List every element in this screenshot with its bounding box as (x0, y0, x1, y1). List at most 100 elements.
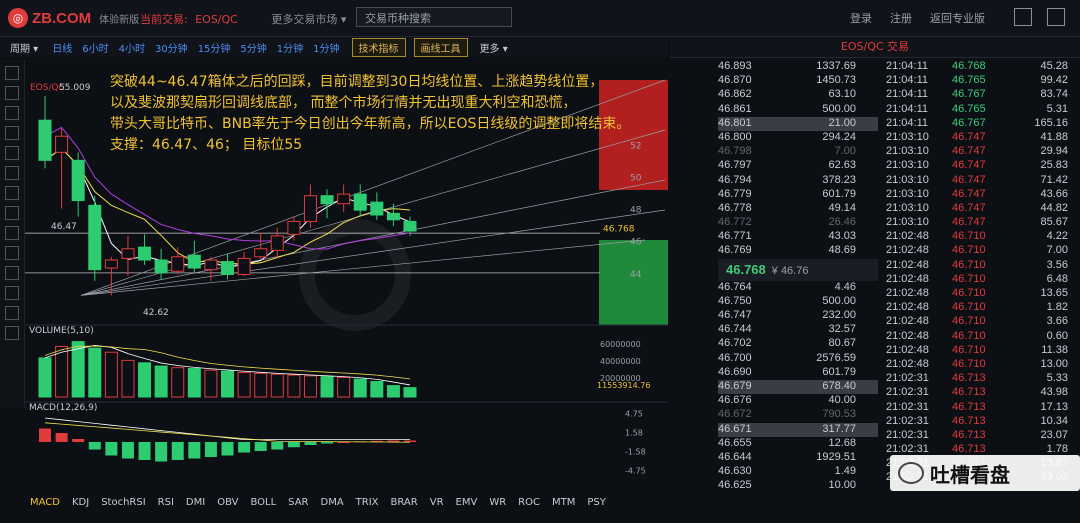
orderbook-row[interactable]: 46.769 48.69 (718, 244, 878, 258)
orderbook-row[interactable]: 46.625 10.00 (718, 479, 878, 493)
trade-time: 21:02:48 (886, 230, 929, 243)
login-link[interactable]: 登录 (850, 10, 872, 26)
trade-row: 21:03:10 46.747 41.88 (880, 131, 1080, 145)
fullscreen-icon[interactable] (1047, 8, 1065, 26)
extended-line-icon[interactable] (5, 146, 19, 160)
orderbook-row[interactable]: 46.801 21.00 (718, 116, 878, 131)
new-version-link[interactable]: 体验新版 (99, 11, 139, 26)
orderbook-row[interactable]: 46.702 80.67 (718, 337, 878, 351)
candle-body (370, 201, 384, 216)
candle-body (254, 248, 268, 258)
trade-price: 46.710 (952, 301, 986, 314)
orderbook-row[interactable]: 46.744 32.57 (718, 323, 878, 337)
indicator-tab-roc[interactable]: ROC (518, 497, 540, 508)
indicator-tab-obv[interactable]: OBV (217, 497, 238, 508)
market-menu[interactable]: 更多交易市场 ▾ (271, 13, 346, 26)
orderbook-row[interactable]: 46.655 12.68 (718, 437, 878, 451)
orderbook-row[interactable]: 46.893 1337.69 (718, 60, 878, 74)
indicator-tab-brar[interactable]: BRAR (391, 497, 418, 508)
indicator-tab-trix[interactable]: TRIX (356, 497, 379, 508)
trade-time: 21:02:48 (886, 287, 929, 299)
trade-time: 21:02:48 (886, 357, 929, 370)
trade-price: 46.710 (952, 258, 986, 271)
price-line-icon[interactable] (5, 226, 19, 240)
order-price: 46.778 (718, 201, 752, 214)
cursor-icon[interactable] (5, 66, 19, 80)
indicator-tab-vr[interactable]: VR (430, 497, 444, 508)
pro-version-link[interactable]: 返回专业版 (930, 10, 985, 26)
ray-icon[interactable] (5, 126, 19, 140)
parallel-channel-icon[interactable] (5, 166, 19, 180)
indicator-tab-stochrsi[interactable]: StochRSI (101, 497, 145, 508)
trash-icon[interactable] (5, 326, 19, 340)
orderbook-row[interactable]: 46.676 40.00 (718, 394, 878, 408)
trade-price: 46.713 (952, 414, 986, 427)
interval-15m[interactable]: 15分钟 (198, 40, 231, 55)
macd-bar (404, 440, 416, 442)
crosshair-icon[interactable] (5, 86, 19, 100)
indicator-tab-dmi[interactable]: DMI (186, 497, 205, 508)
orderbook-row[interactable]: 46.630 1.49 (718, 465, 878, 479)
period-dropdown[interactable]: 周期 ▾ (10, 40, 38, 55)
indicator-tab-mtm[interactable]: MTM (552, 497, 575, 508)
interval-5m[interactable]: 5分钟 (240, 40, 266, 55)
indicator-tab-emv[interactable]: EMV (456, 497, 478, 508)
orderbook-row[interactable]: 46.690 601.79 (718, 366, 878, 380)
trade-time: 21:04:11 (886, 116, 929, 129)
macd-bar (105, 442, 118, 456)
orderbook-row[interactable]: 46.747 232.00 (718, 309, 878, 323)
interval-1m-b[interactable]: 1分钟 (313, 40, 339, 55)
orderbook-row[interactable]: 46.771 43.03 (718, 230, 878, 244)
interval-30m[interactable]: 30分钟 (155, 40, 188, 55)
more-dropdown[interactable]: 更多 ▾ (480, 40, 508, 55)
vertical-line-icon[interactable] (5, 206, 19, 220)
logo[interactable]: ◎ ZB.COM 体验新版 (8, 8, 139, 28)
orderbook-row[interactable]: 46.794 378.23 (718, 174, 878, 188)
orderbook-row[interactable]: 46.797 62.63 (718, 159, 878, 173)
indicator-tab-sar[interactable]: SAR (288, 497, 308, 508)
indicator-tab-macd[interactable]: MACD (30, 497, 60, 508)
zoom-icon[interactable] (5, 306, 19, 320)
interval-4h[interactable]: 4小时 (119, 40, 145, 55)
rectangle-icon[interactable] (5, 266, 19, 280)
order-price: 46.655 (718, 436, 752, 449)
draw-tools-button[interactable]: 画线工具 (413, 37, 468, 57)
register-link[interactable]: 注册 (890, 10, 912, 26)
orderbook-row[interactable]: 46.671 317.77 (718, 422, 878, 437)
macd-bar (171, 442, 184, 460)
orderbook-row[interactable]: 46.679 678.40 (718, 379, 878, 395)
interval-1m[interactable]: 1分钟 (277, 40, 303, 55)
orderbook-row[interactable]: 46.672 790.53 (718, 408, 878, 422)
orderbook-row[interactable]: 46.750 500.00 (718, 295, 878, 309)
orderbook-row[interactable]: 46.862 63.10 (718, 88, 878, 102)
indicator-tab-psy[interactable]: PSY (587, 497, 606, 508)
tech-indicator-button[interactable]: 技术指标 (351, 37, 406, 57)
orderbook-row[interactable]: 46.870 1450.73 (718, 74, 878, 88)
interval-6h[interactable]: 6小时 (82, 40, 108, 55)
high-price-label: 55.009 (59, 83, 91, 93)
orderbook-row[interactable]: 46.764 4.46 (718, 281, 878, 295)
indicator-tab-wr[interactable]: WR (489, 497, 506, 508)
orderbook-row[interactable]: 46.772 26.46 (718, 216, 878, 230)
indicator-tab-kdj[interactable]: KDJ (72, 497, 89, 508)
orderbook-row[interactable]: 46.779 601.79 (718, 188, 878, 202)
orderbook-row[interactable]: 46.778 49.14 (718, 202, 878, 216)
candle-body (88, 204, 102, 271)
measure-icon[interactable] (5, 286, 19, 300)
current-pair[interactable]: EOS/QC (195, 13, 238, 26)
trade-volume: 5.33 (1046, 372, 1068, 385)
fib-icon[interactable] (5, 246, 19, 260)
horizontal-line-icon[interactable] (5, 186, 19, 200)
orderbook-row[interactable]: 46.861 500.00 (718, 103, 878, 117)
indicator-tab-dma[interactable]: DMA (321, 497, 344, 508)
indicator-tab-rsi[interactable]: RSI (158, 497, 174, 508)
orderbook-row[interactable]: 46.798 7.00 (718, 145, 878, 159)
interval-day[interactable]: 日线 (52, 40, 72, 55)
orderbook-row[interactable]: 46.800 294.24 (718, 131, 878, 145)
indicator-tab-boll[interactable]: BOLL (250, 497, 276, 508)
pair-search-input[interactable]: 交易币种搜索 (356, 7, 512, 27)
orderbook-row[interactable]: 46.644 1929.51 (718, 451, 878, 465)
layout-icon[interactable] (1014, 8, 1032, 26)
trend-line-icon[interactable] (5, 106, 19, 120)
orderbook-row[interactable]: 46.700 2576.59 (718, 352, 878, 366)
